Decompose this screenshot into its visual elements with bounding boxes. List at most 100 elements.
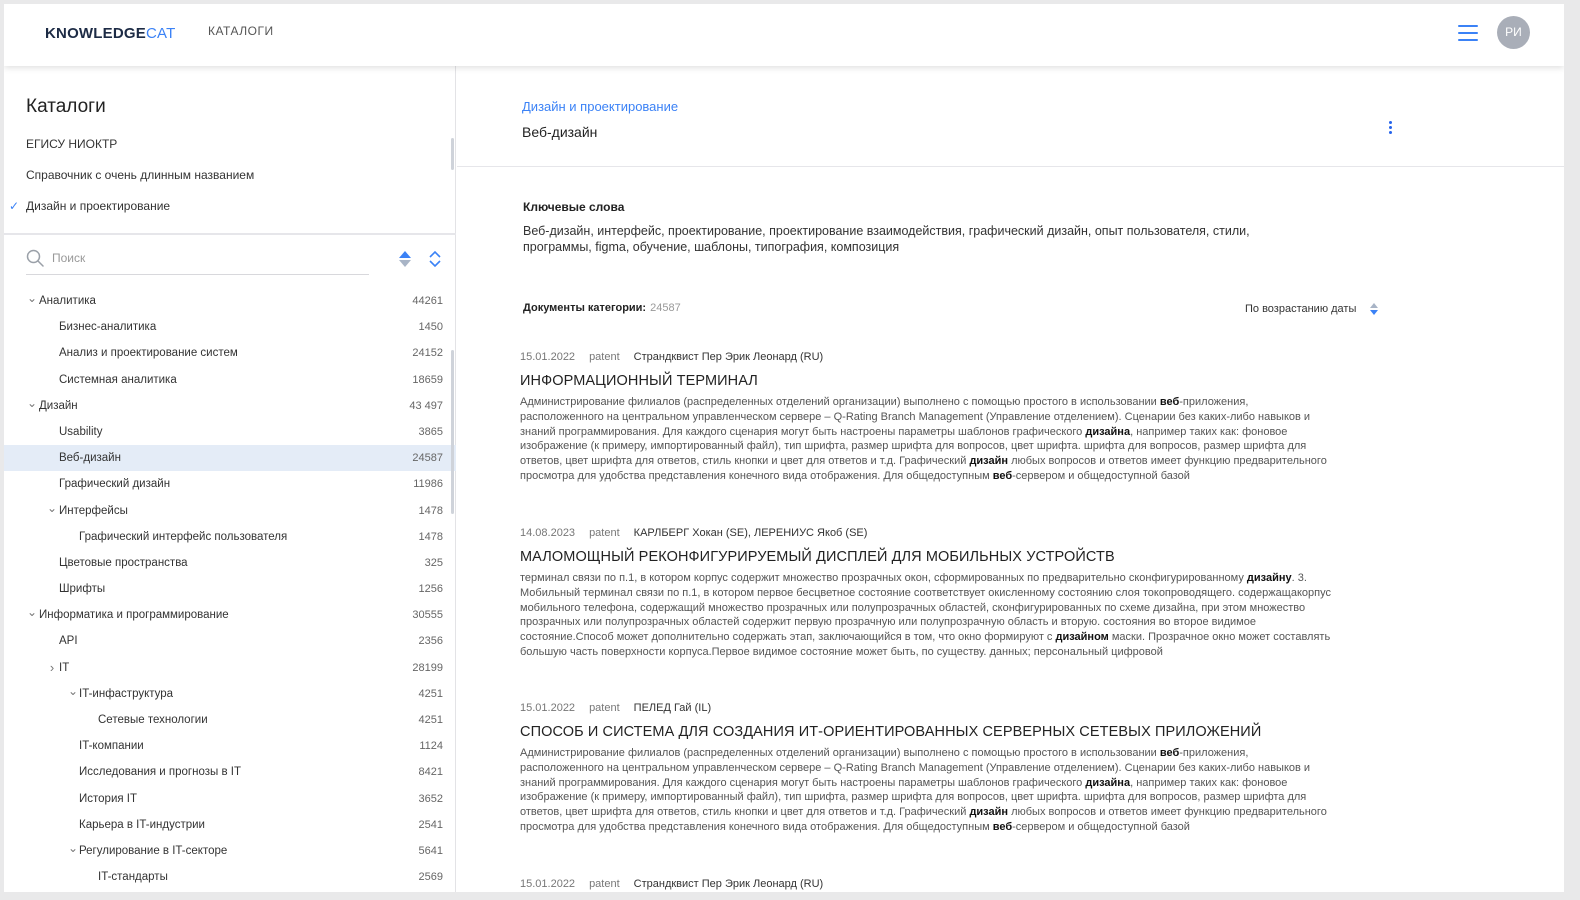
menu-icon[interactable] bbox=[1458, 25, 1478, 41]
tree-item-count: 1256 bbox=[418, 583, 443, 596]
tree-item[interactable]: ⌄ Интерфейсы 1478 bbox=[4, 498, 456, 524]
catalog-item[interactable]: Справочник с очень длинным названием bbox=[4, 165, 456, 196]
tree-item-label: IT bbox=[59, 661, 70, 674]
tree-item-count: 3865 bbox=[418, 425, 443, 438]
tree-item[interactable]: ⌄ IT-инфаструктура 4251 bbox=[4, 681, 456, 707]
catalog-item[interactable]: ЕГИСУ НИОКТР bbox=[4, 134, 456, 165]
tree-item-label: Системная аналитика bbox=[59, 373, 177, 386]
search-icon bbox=[26, 249, 44, 267]
tree-item[interactable]: API 2356 bbox=[4, 628, 456, 654]
document-title[interactable]: МАЛОМОЩНЫЙ РЕКОНФИГУРИРУЕМЫЙ ДИСПЛЕЙ ДЛЯ… bbox=[520, 549, 1335, 565]
tree-item[interactable]: IT-стандарты 2569 bbox=[4, 864, 456, 890]
logo-bold-text: KNOWLEDGE bbox=[45, 25, 146, 42]
chevron-down-icon[interactable]: ⌄ bbox=[68, 678, 78, 704]
tree-item-label: Исследования и прогнозы в IT bbox=[79, 766, 242, 779]
sort-icon[interactable] bbox=[398, 250, 412, 268]
tree-item-count: 2569 bbox=[418, 871, 443, 884]
tree-item-count: 30555 bbox=[412, 609, 443, 622]
document-authors: КАРЛБЕРГ Хокан (SE), ЛЕРЕНИУС Якоб (SE) bbox=[633, 527, 868, 539]
check-icon: ✓ bbox=[9, 199, 20, 213]
documents-count-label: Документы категории: 24587 bbox=[523, 302, 681, 314]
chevron-down-icon[interactable]: ⌄ bbox=[27, 599, 37, 625]
highlight-term: веб bbox=[1159, 747, 1180, 759]
app-frame: KNOWLEDGECAT КАТАЛОГИ РИ Каталоги ЕГИСУ … bbox=[4, 4, 1564, 892]
tree-item[interactable]: Сетевые технологии 4251 bbox=[4, 707, 456, 733]
catalog-list-scrollbar[interactable] bbox=[451, 138, 454, 170]
tree-item[interactable]: Системная аналитика 18659 bbox=[4, 367, 456, 393]
document-date: 15.01.2022 bbox=[520, 351, 576, 363]
chevron-down-icon[interactable]: ⌄ bbox=[27, 285, 37, 311]
breadcrumb[interactable]: Дизайн и проектирование bbox=[522, 99, 678, 114]
logo[interactable]: KNOWLEDGECAT bbox=[45, 25, 175, 42]
tree-item-count: 44261 bbox=[412, 295, 443, 307]
highlight-term: дизайн bbox=[969, 806, 1009, 819]
documents-count: 24587 bbox=[650, 302, 681, 314]
catalog-item-label: Справочник с очень длинным названием bbox=[26, 168, 255, 182]
expand-collapse-icon[interactable] bbox=[428, 250, 442, 268]
tree-item-label: IT-стандарты bbox=[98, 871, 168, 884]
sort-icon[interactable] bbox=[1369, 302, 1379, 316]
document-meta: 15.01.2022 patent Страндквист Пер Эрик Лео… bbox=[520, 878, 1335, 892]
highlight-term: дизайна bbox=[1085, 425, 1131, 438]
tree-item-count: 24152 bbox=[412, 347, 443, 360]
tree-item[interactable]: Исследования и прогнозы в IT 8421 bbox=[4, 759, 456, 785]
tree-item[interactable]: История IT 3652 bbox=[4, 786, 456, 812]
tree-item-count: 1450 bbox=[418, 321, 443, 334]
document-title[interactable]: ИНФОРМАЦИОННЫЙ ТЕРМИНАЛ bbox=[520, 373, 1335, 389]
sidebar-divider bbox=[4, 233, 456, 235]
document-abstract: Администрирование филиалов (распределенн… bbox=[520, 396, 1327, 482]
tree-item[interactable]: IT-компании 1124 bbox=[4, 733, 456, 759]
highlight-term: веб bbox=[992, 469, 1013, 482]
chevron-down-icon[interactable]: ⌄ bbox=[27, 390, 37, 416]
tree-item[interactable]: Графический интерфейс пользователя 1478 bbox=[4, 524, 456, 550]
tree-item[interactable]: ⌄ Информатика и программирование 30555 bbox=[4, 602, 456, 628]
sidebar: Каталоги ЕГИСУ НИОКТР Справочник с очень … bbox=[4, 66, 456, 892]
tree-item[interactable]: Веб-дизайн 24587 bbox=[4, 445, 456, 472]
chevron-down-icon[interactable]: ⌄ bbox=[68, 835, 78, 861]
tree-item-count: 4251 bbox=[418, 714, 443, 726]
document-card: 14.08.2023 patent КАРЛБЕРГ Хокан (SE), ЛЕР… bbox=[520, 527, 1335, 660]
document-title[interactable]: СПОСОБ И СИСТЕМА ДЛЯ СОЗДАНИЯ ИТ-ОРИЕНТИ… bbox=[520, 724, 1335, 740]
document-authors: Страндквист Пер Эрик Леонард (RU) bbox=[633, 878, 824, 890]
avatar[interactable]: РИ bbox=[1497, 16, 1530, 49]
document-type: patent bbox=[589, 702, 620, 714]
highlight-term: веб bbox=[992, 820, 1013, 833]
search-input[interactable] bbox=[52, 248, 362, 268]
catalog-item-label: Дизайн и проектирование bbox=[26, 199, 171, 213]
tree-item-label: Карьера в IT-индустрии bbox=[79, 818, 205, 831]
chevron-right-icon[interactable]: › bbox=[47, 655, 57, 681]
tree-item[interactable]: ⌄ Регулирование в IT-секторе 5641 bbox=[4, 838, 456, 864]
catalog-item[interactable]: ✓ Дизайн и проектирование bbox=[4, 196, 456, 227]
keywords-text: Веб-дизайн, интерфейс, проектирование, п… bbox=[523, 224, 1250, 254]
tree-item[interactable]: ⌄ Дизайн 43 497 bbox=[4, 393, 456, 419]
tree-item[interactable]: Бизнес-аналитика 1450 bbox=[4, 314, 456, 340]
sort-order-selector[interactable]: По возрастанию даты bbox=[1245, 303, 1356, 315]
tree-scrollbar[interactable] bbox=[451, 350, 454, 514]
nav-catalogs-link[interactable]: КАТАЛОГИ bbox=[208, 24, 274, 38]
tree-item[interactable]: Шрифты 1256 bbox=[4, 576, 456, 602]
tree-item-count: 28199 bbox=[412, 661, 443, 674]
more-options-icon[interactable] bbox=[1386, 121, 1394, 137]
tree-item-label: IT-инфаструктура bbox=[79, 687, 174, 700]
chevron-down-icon[interactable]: ⌄ bbox=[47, 495, 57, 521]
document-card: 15.01.2022 patent Страндквист Пер Эрик Лео… bbox=[520, 878, 1335, 892]
document-meta: 15.01.2022 patent ПЕЛЕД Гай (IL) bbox=[520, 702, 1335, 718]
tree-item[interactable]: Графический дизайн 11986 bbox=[4, 471, 456, 497]
tree-item-label: История IT bbox=[79, 792, 138, 805]
tree-item[interactable]: Цветовые пространства 325 bbox=[4, 550, 456, 576]
tree-item-count: 18659 bbox=[412, 373, 443, 386]
tree-item-label: Анализ и проектирование систем bbox=[59, 347, 238, 360]
tree-item-count: 8421 bbox=[418, 766, 443, 779]
tree-item-label: Аналитика bbox=[39, 295, 96, 307]
highlight-term: дизайна bbox=[1085, 776, 1131, 789]
tree-item[interactable]: Usability 3865 bbox=[4, 419, 456, 445]
catalog-item-label: ЕГИСУ НИОКТР bbox=[26, 137, 118, 151]
document-date: 14.08.2023 bbox=[520, 527, 576, 539]
tree-item[interactable]: Анализ и проектирование систем 24152 bbox=[4, 340, 456, 366]
tree-item-count: 2541 bbox=[418, 818, 443, 831]
tree-item-count: 4251 bbox=[418, 687, 443, 700]
tree-item-label: Бизнес-аналитика bbox=[59, 321, 157, 334]
search-box bbox=[26, 244, 369, 275]
tree-item[interactable]: ⌄ Аналитика 44261 bbox=[4, 288, 456, 314]
documents-label: Документы категории: bbox=[523, 302, 647, 314]
